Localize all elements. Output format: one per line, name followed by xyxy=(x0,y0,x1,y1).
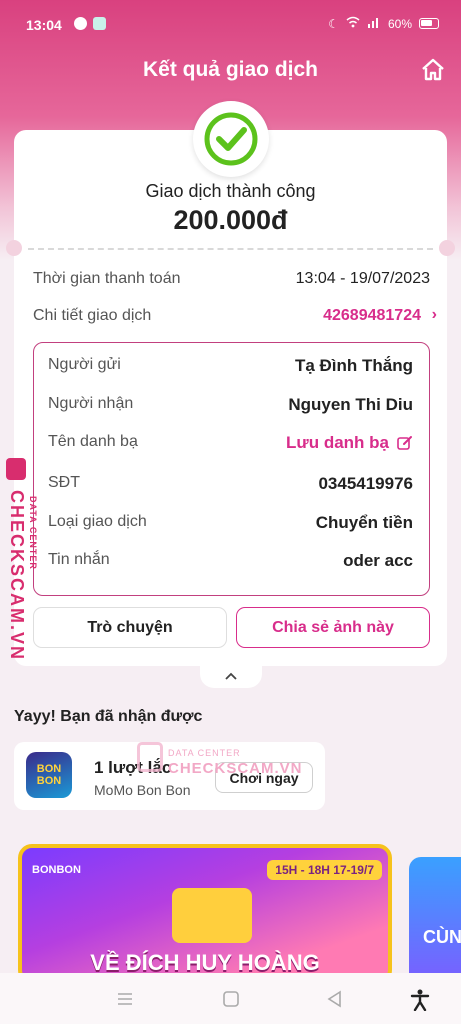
phone-value: 0345419976 xyxy=(318,474,413,493)
phone-label: SĐT xyxy=(48,474,80,491)
message-label: Tin nhắn xyxy=(48,551,110,568)
share-image-button[interactable]: Chia sẻ ảnh này xyxy=(236,607,430,648)
status-time: 13:04 xyxy=(26,17,62,33)
promo-banner-next[interactable]: CÙN xyxy=(409,857,461,987)
signal-icon xyxy=(367,16,381,31)
divider xyxy=(28,248,433,250)
receiver-value: Nguyen Thi Diu xyxy=(288,395,413,414)
watermark-vertical-sub: DATA CENTER xyxy=(28,496,38,570)
system-nav-bar xyxy=(0,973,461,1024)
transaction-type-label: Loại giao dịch xyxy=(48,513,147,530)
moon-icon: ☾ xyxy=(328,16,339,31)
gift-box-icon xyxy=(172,888,252,943)
banner-logo: BONBON xyxy=(32,864,81,876)
watermark-vertical-text: CHECKSCAM.VN xyxy=(7,490,27,662)
sender-label: Người gửi xyxy=(48,356,121,373)
reward-subtitle: MoMo Bon Bon xyxy=(94,782,191,798)
transaction-type-value: Chuyển tiền xyxy=(315,513,413,532)
receiver-label: Người nhận xyxy=(48,395,134,412)
payment-time-value: 13:04 - 19/07/2023 xyxy=(295,270,430,287)
watermark-lock-icon xyxy=(6,458,26,480)
banner-next-text: CÙN xyxy=(423,927,461,947)
chat-app-icon xyxy=(93,17,106,30)
edit-icon[interactable] xyxy=(396,434,414,457)
bonbon-game-icon: BON BON xyxy=(26,752,72,798)
payment-time-label: Thời gian thanh toán xyxy=(33,270,181,287)
transaction-detail-label: Chi tiết giao dịch xyxy=(33,307,152,324)
battery-percent: 60% xyxy=(387,16,412,31)
watermark-center-lock-icon xyxy=(137,742,163,772)
page-title: Kết quả giao dịch xyxy=(142,58,318,81)
sender-value: Tạ Đình Thắng xyxy=(294,356,413,375)
chat-button[interactable]: Trò chuyện xyxy=(33,607,227,648)
ticket-notch-left xyxy=(6,240,22,256)
message-value: oder acc xyxy=(343,551,413,570)
success-badge xyxy=(193,101,269,177)
home-nav-icon[interactable] xyxy=(221,989,241,1009)
checkmark-icon xyxy=(204,112,258,166)
contact-name-label: Tên danh bạ xyxy=(48,433,138,450)
transaction-id-link[interactable]: 42689481724 xyxy=(323,307,421,325)
collapse-toggle[interactable] xyxy=(200,664,262,688)
ticket-notch-right xyxy=(439,240,455,256)
menu-icon[interactable] xyxy=(115,989,135,1009)
accessibility-icon[interactable] xyxy=(410,989,430,1012)
wifi-icon xyxy=(346,16,360,31)
transaction-amount: 200.000đ xyxy=(173,205,288,235)
chevron-right-icon[interactable]: › xyxy=(432,306,437,324)
rewards-title: Yayy! Bạn đã nhận được xyxy=(14,708,203,725)
battery-icon xyxy=(419,18,439,29)
save-contact-link[interactable]: Lưu danh bạ xyxy=(286,433,389,453)
banner-time-badge: 15H - 18H 17-19/7 xyxy=(267,860,382,880)
back-icon[interactable] xyxy=(325,989,345,1009)
watermark-center-sub: DATA CENTER xyxy=(168,748,241,758)
home-icon xyxy=(422,58,444,81)
messenger-icon xyxy=(74,17,87,30)
status-bar: 13:04 ☾ 60% xyxy=(0,0,461,50)
promo-banner[interactable]: BONBON 15H - 18H 17-19/7 VỀ ĐÍCH HUY HOÀ… xyxy=(18,844,392,984)
watermark-center-text: CHECKSCAM.VN xyxy=(168,760,303,777)
home-button[interactable] xyxy=(420,57,446,83)
status-indicators: ☾ 60% xyxy=(328,16,439,31)
transaction-status: Giao dịch thành công xyxy=(145,181,316,201)
chevron-up-icon xyxy=(225,672,237,680)
status-notification-icons xyxy=(74,17,106,30)
